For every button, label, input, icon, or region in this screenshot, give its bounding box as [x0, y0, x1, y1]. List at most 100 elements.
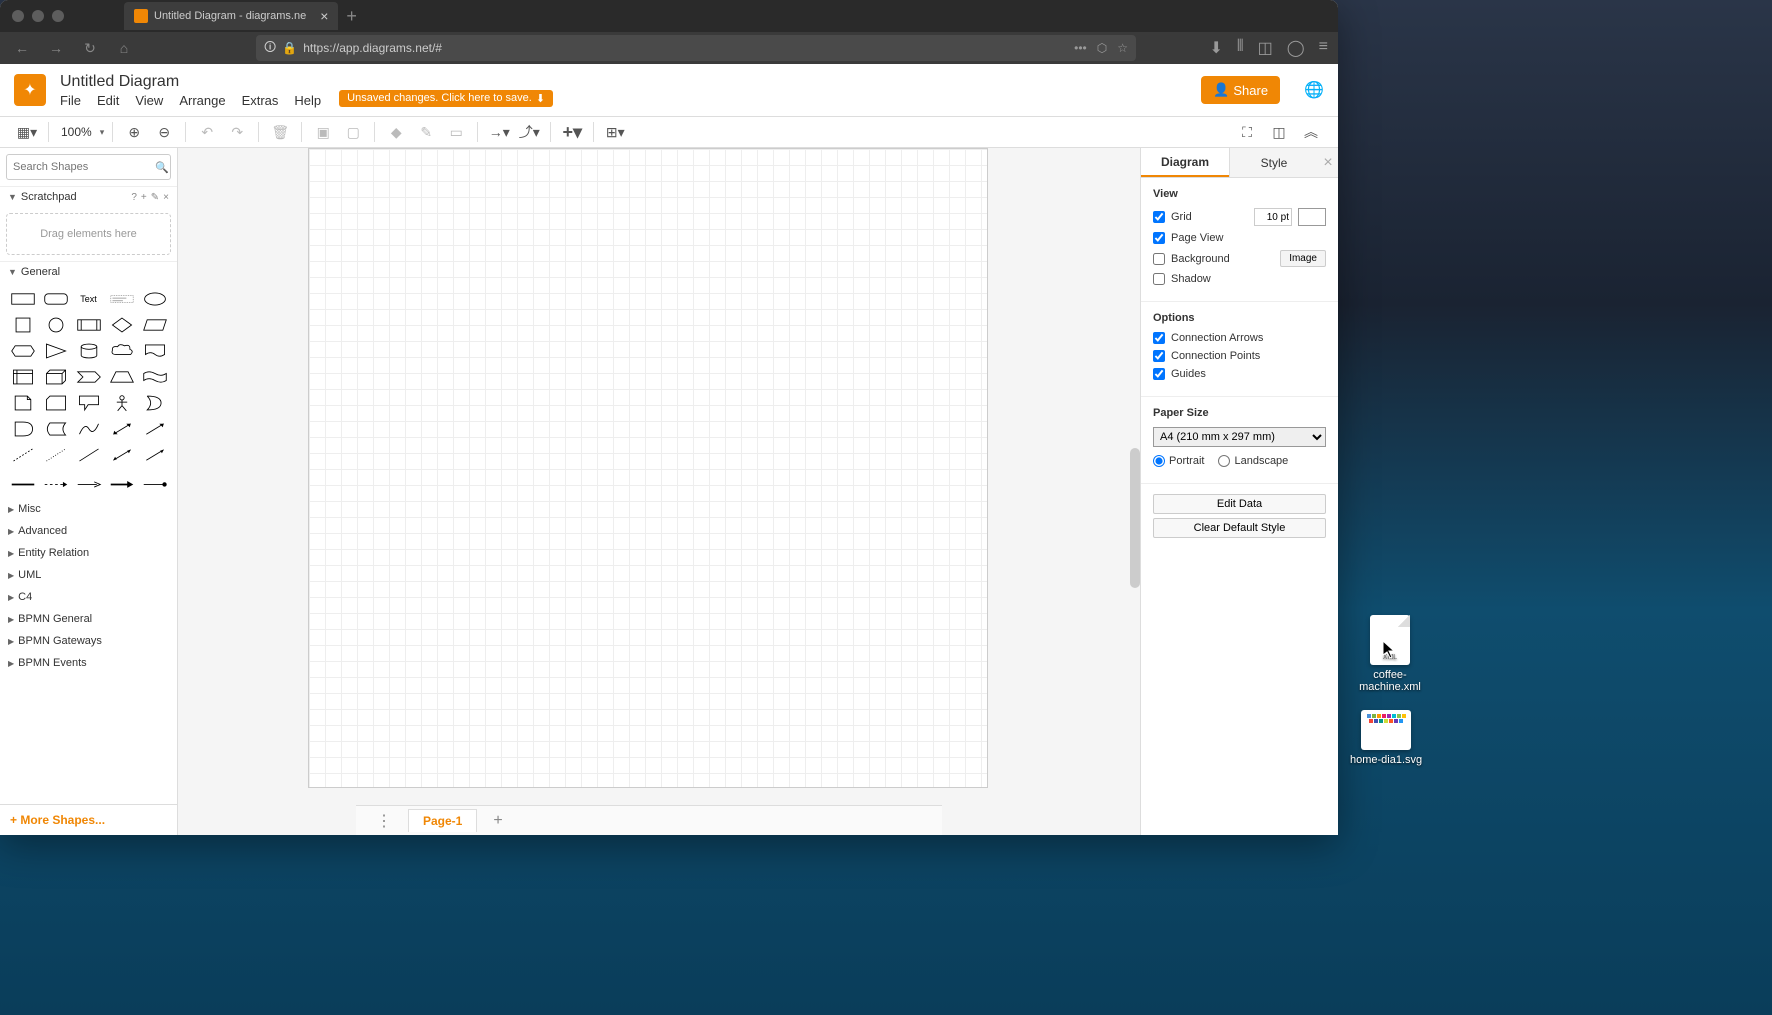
menu-help[interactable]: Help [294, 93, 321, 108]
more-shapes-button[interactable]: + More Shapes... [0, 804, 177, 835]
library-icon[interactable]: ⫴ [1237, 38, 1244, 58]
shape-triangle[interactable] [41, 340, 70, 362]
scratchpad-close-icon[interactable]: × [163, 192, 169, 203]
grid-size-input[interactable] [1254, 208, 1292, 226]
close-panel-icon[interactable]: × [1318, 148, 1338, 177]
scratchpad-add-icon[interactable]: + [141, 192, 147, 203]
background-image-button[interactable]: Image [1280, 250, 1326, 267]
zoom-out-button[interactable]: ⊖ [151, 119, 177, 145]
shape-process[interactable] [74, 314, 103, 336]
maximize-window-button[interactable] [52, 10, 64, 22]
shadow-button[interactable]: ▭ [443, 119, 469, 145]
desktop-file-xml[interactable]: XML coffee-machine.xml [1350, 615, 1430, 693]
scratchpad-help-icon[interactable]: ? [131, 192, 137, 203]
shape-cylinder[interactable] [74, 340, 103, 362]
tab-style[interactable]: Style [1229, 148, 1318, 177]
delete-button[interactable]: 🗑 [267, 119, 293, 145]
zoom-in-button[interactable]: ⊕ [121, 119, 147, 145]
scratchpad-edit-icon[interactable]: ✎ [151, 192, 159, 203]
canvas-area[interactable]: ⋮ Page-1 + [178, 148, 1140, 835]
shape-diamond[interactable] [107, 314, 136, 336]
category-misc[interactable]: ▶Misc [0, 498, 177, 520]
reload-button[interactable]: ↻ [78, 36, 102, 60]
connection-button[interactable]: →▾ [486, 119, 512, 145]
shape-line[interactable] [74, 444, 103, 466]
menu-edit[interactable]: Edit [97, 93, 119, 108]
menu-extras[interactable]: Extras [242, 93, 279, 108]
unsaved-changes-button[interactable]: Unsaved changes. Click here to save. ⬇ [339, 90, 553, 107]
search-shapes-box[interactable]: 🔍 [6, 154, 171, 180]
category-bpmn-gateways[interactable]: ▶BPMN Gateways [0, 630, 177, 652]
connection-arrows-checkbox[interactable] [1153, 332, 1165, 344]
to-back-button[interactable]: ▢ [340, 119, 366, 145]
zoom-level[interactable]: 100% [57, 125, 96, 139]
to-front-button[interactable]: ▣ [310, 119, 336, 145]
search-shapes-input[interactable] [13, 161, 155, 173]
shape-cloud[interactable] [107, 340, 136, 362]
category-bpmn-events[interactable]: ▶BPMN Events [0, 652, 177, 674]
menu-arrange[interactable]: Arrange [179, 93, 225, 108]
pageview-checkbox[interactable] [1153, 232, 1165, 244]
back-button[interactable]: ← [10, 36, 34, 60]
view-mode-button[interactable]: ▦▾ [14, 119, 40, 145]
format-panel-button[interactable]: ◫ [1266, 119, 1292, 145]
sidebar-icon[interactable]: ◫ [1258, 38, 1273, 58]
shape-solid-arrow[interactable] [107, 470, 136, 492]
collapse-button[interactable]: ︽ [1298, 119, 1324, 145]
shape-arrow[interactable] [140, 418, 169, 440]
category-c4[interactable]: ▶C4 [0, 586, 177, 608]
shape-step[interactable] [74, 366, 103, 388]
shape-link[interactable] [8, 470, 37, 492]
shape-square[interactable] [8, 314, 37, 336]
general-header[interactable]: ▼ General [0, 261, 177, 282]
language-icon[interactable]: 🌐 [1304, 80, 1324, 100]
forward-button[interactable]: → [44, 36, 68, 60]
share-button[interactable]: 👤 Share [1201, 76, 1280, 104]
page-tabs-menu-icon[interactable]: ⋮ [366, 811, 402, 831]
search-icon[interactable]: 🔍 [155, 161, 169, 174]
minimize-window-button[interactable] [32, 10, 44, 22]
grid-color-swatch[interactable] [1298, 208, 1326, 226]
shape-dotted-line[interactable] [41, 444, 70, 466]
category-advanced[interactable]: ▶Advanced [0, 520, 177, 542]
shape-thin-arrow[interactable] [74, 470, 103, 492]
papersize-select[interactable]: A4 (210 mm x 297 mm) [1153, 427, 1326, 447]
category-bpmn-general[interactable]: ▶BPMN General [0, 608, 177, 630]
shape-cube[interactable] [41, 366, 70, 388]
category-entity-relation[interactable]: ▶Entity Relation [0, 542, 177, 564]
shape-and[interactable] [8, 418, 37, 440]
home-button[interactable]: ⌂ [112, 36, 136, 60]
shape-connector-dot[interactable] [140, 470, 169, 492]
account-icon[interactable]: ◯ [1287, 38, 1305, 58]
menu-view[interactable]: View [135, 93, 163, 108]
fullscreen-button[interactable]: ⛶ [1234, 119, 1260, 145]
more-icon[interactable]: ••• [1074, 41, 1087, 55]
shape-circle[interactable] [41, 314, 70, 336]
pocket-icon[interactable]: ⬡ [1097, 41, 1107, 55]
shape-directional-connector[interactable] [140, 444, 169, 466]
portrait-radio[interactable] [1153, 455, 1165, 467]
shape-data-storage[interactable] [41, 418, 70, 440]
document-title[interactable]: Untitled Diagram [60, 73, 321, 91]
shape-actor[interactable] [107, 392, 136, 414]
shadow-checkbox[interactable] [1153, 273, 1165, 285]
insert-button[interactable]: +▾ [559, 119, 585, 145]
shape-rounded-rectangle[interactable] [41, 288, 70, 310]
shape-textbox[interactable] [107, 288, 136, 310]
shape-rectangle[interactable] [8, 288, 37, 310]
page-tab-1[interactable]: Page-1 [408, 809, 477, 832]
shape-dashed-line[interactable] [8, 444, 37, 466]
shape-callout[interactable] [74, 392, 103, 414]
close-window-button[interactable] [12, 10, 24, 22]
landscape-radio[interactable] [1218, 455, 1230, 467]
redo-button[interactable]: ↷ [224, 119, 250, 145]
shape-tape[interactable] [140, 366, 169, 388]
table-button[interactable]: ⊞▾ [602, 119, 628, 145]
shape-internal-storage[interactable] [8, 366, 37, 388]
url-box[interactable]: 🛈 🔒 https://app.diagrams.net/# ••• ⬡ ☆ [256, 35, 1136, 61]
browser-tab[interactable]: Untitled Diagram - diagrams.ne × [124, 2, 338, 30]
download-icon[interactable]: ⬇ [1209, 38, 1222, 58]
edit-data-button[interactable]: Edit Data [1153, 494, 1326, 514]
shape-card[interactable] [41, 392, 70, 414]
shape-dashed-connector[interactable] [41, 470, 70, 492]
